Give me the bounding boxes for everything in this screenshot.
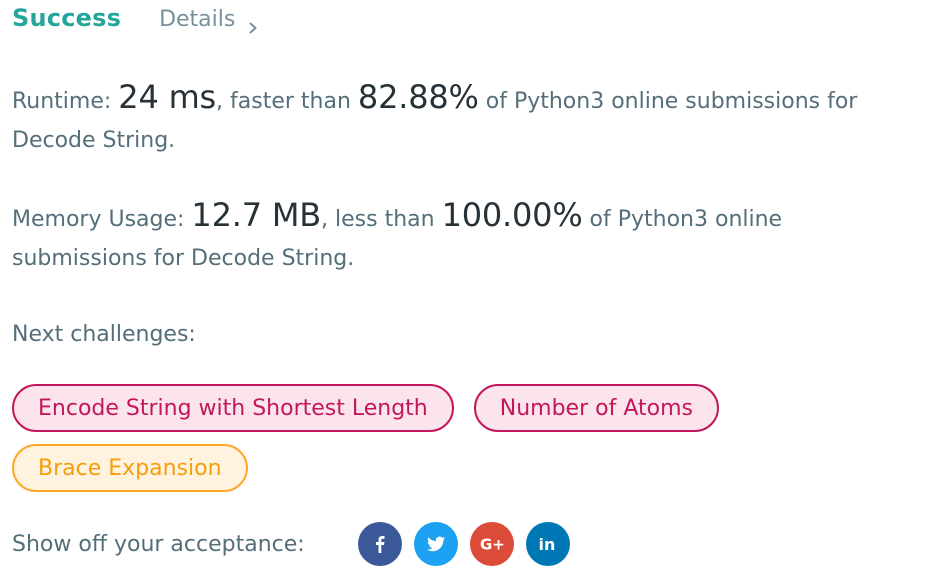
facebook-icon[interactable] (358, 522, 402, 566)
next-challenges-label: Next challenges: (12, 322, 196, 347)
challenge-chip-brace-expansion[interactable]: Brace Expansion (12, 444, 248, 492)
memory-middle: , less than (321, 207, 442, 232)
status-title: Success (12, 4, 122, 32)
memory-stat: Memory Usage: 12.7 MB, less than 100.00%… (12, 196, 912, 278)
challenge-chip-encode-string[interactable]: Encode String with Shortest Length (12, 384, 454, 432)
memory-value: 12.7 MB (191, 196, 322, 234)
share-label: Show off your acceptance: (12, 531, 305, 557)
memory-label: Memory Usage: (12, 207, 192, 232)
share-row: Show off your acceptance: G+ in (12, 522, 582, 566)
svg-text:G+: G+ (480, 536, 505, 554)
runtime-value: 24 ms (118, 78, 217, 116)
challenge-chip-number-of-atoms[interactable]: Number of Atoms (473, 384, 719, 432)
memory-percent: 100.00% (441, 196, 583, 234)
details-label: Details (159, 7, 236, 32)
runtime-label: Runtime: (12, 89, 119, 114)
chevron-right-icon (247, 15, 259, 33)
runtime-percent: 82.88% (357, 78, 479, 116)
challenge-row: Brace Expansion (12, 444, 912, 492)
next-challenges: Encode String with Shortest Length Numbe… (12, 384, 912, 504)
twitter-icon[interactable] (414, 522, 458, 566)
challenge-row: Encode String with Shortest Length Numbe… (12, 384, 912, 432)
runtime-stat: Runtime: 24 ms, faster than 82.88% of Py… (12, 78, 912, 160)
google-plus-icon[interactable]: G+ (470, 522, 514, 566)
details-link[interactable]: Details (159, 7, 259, 33)
svg-text:in: in (539, 535, 556, 554)
runtime-middle: , faster than (216, 89, 358, 114)
submission-result: Success Details Runtime: 24 ms, faster t… (12, 0, 917, 566)
linkedin-icon[interactable]: in (526, 522, 570, 566)
status-row: Success Details (12, 0, 917, 44)
